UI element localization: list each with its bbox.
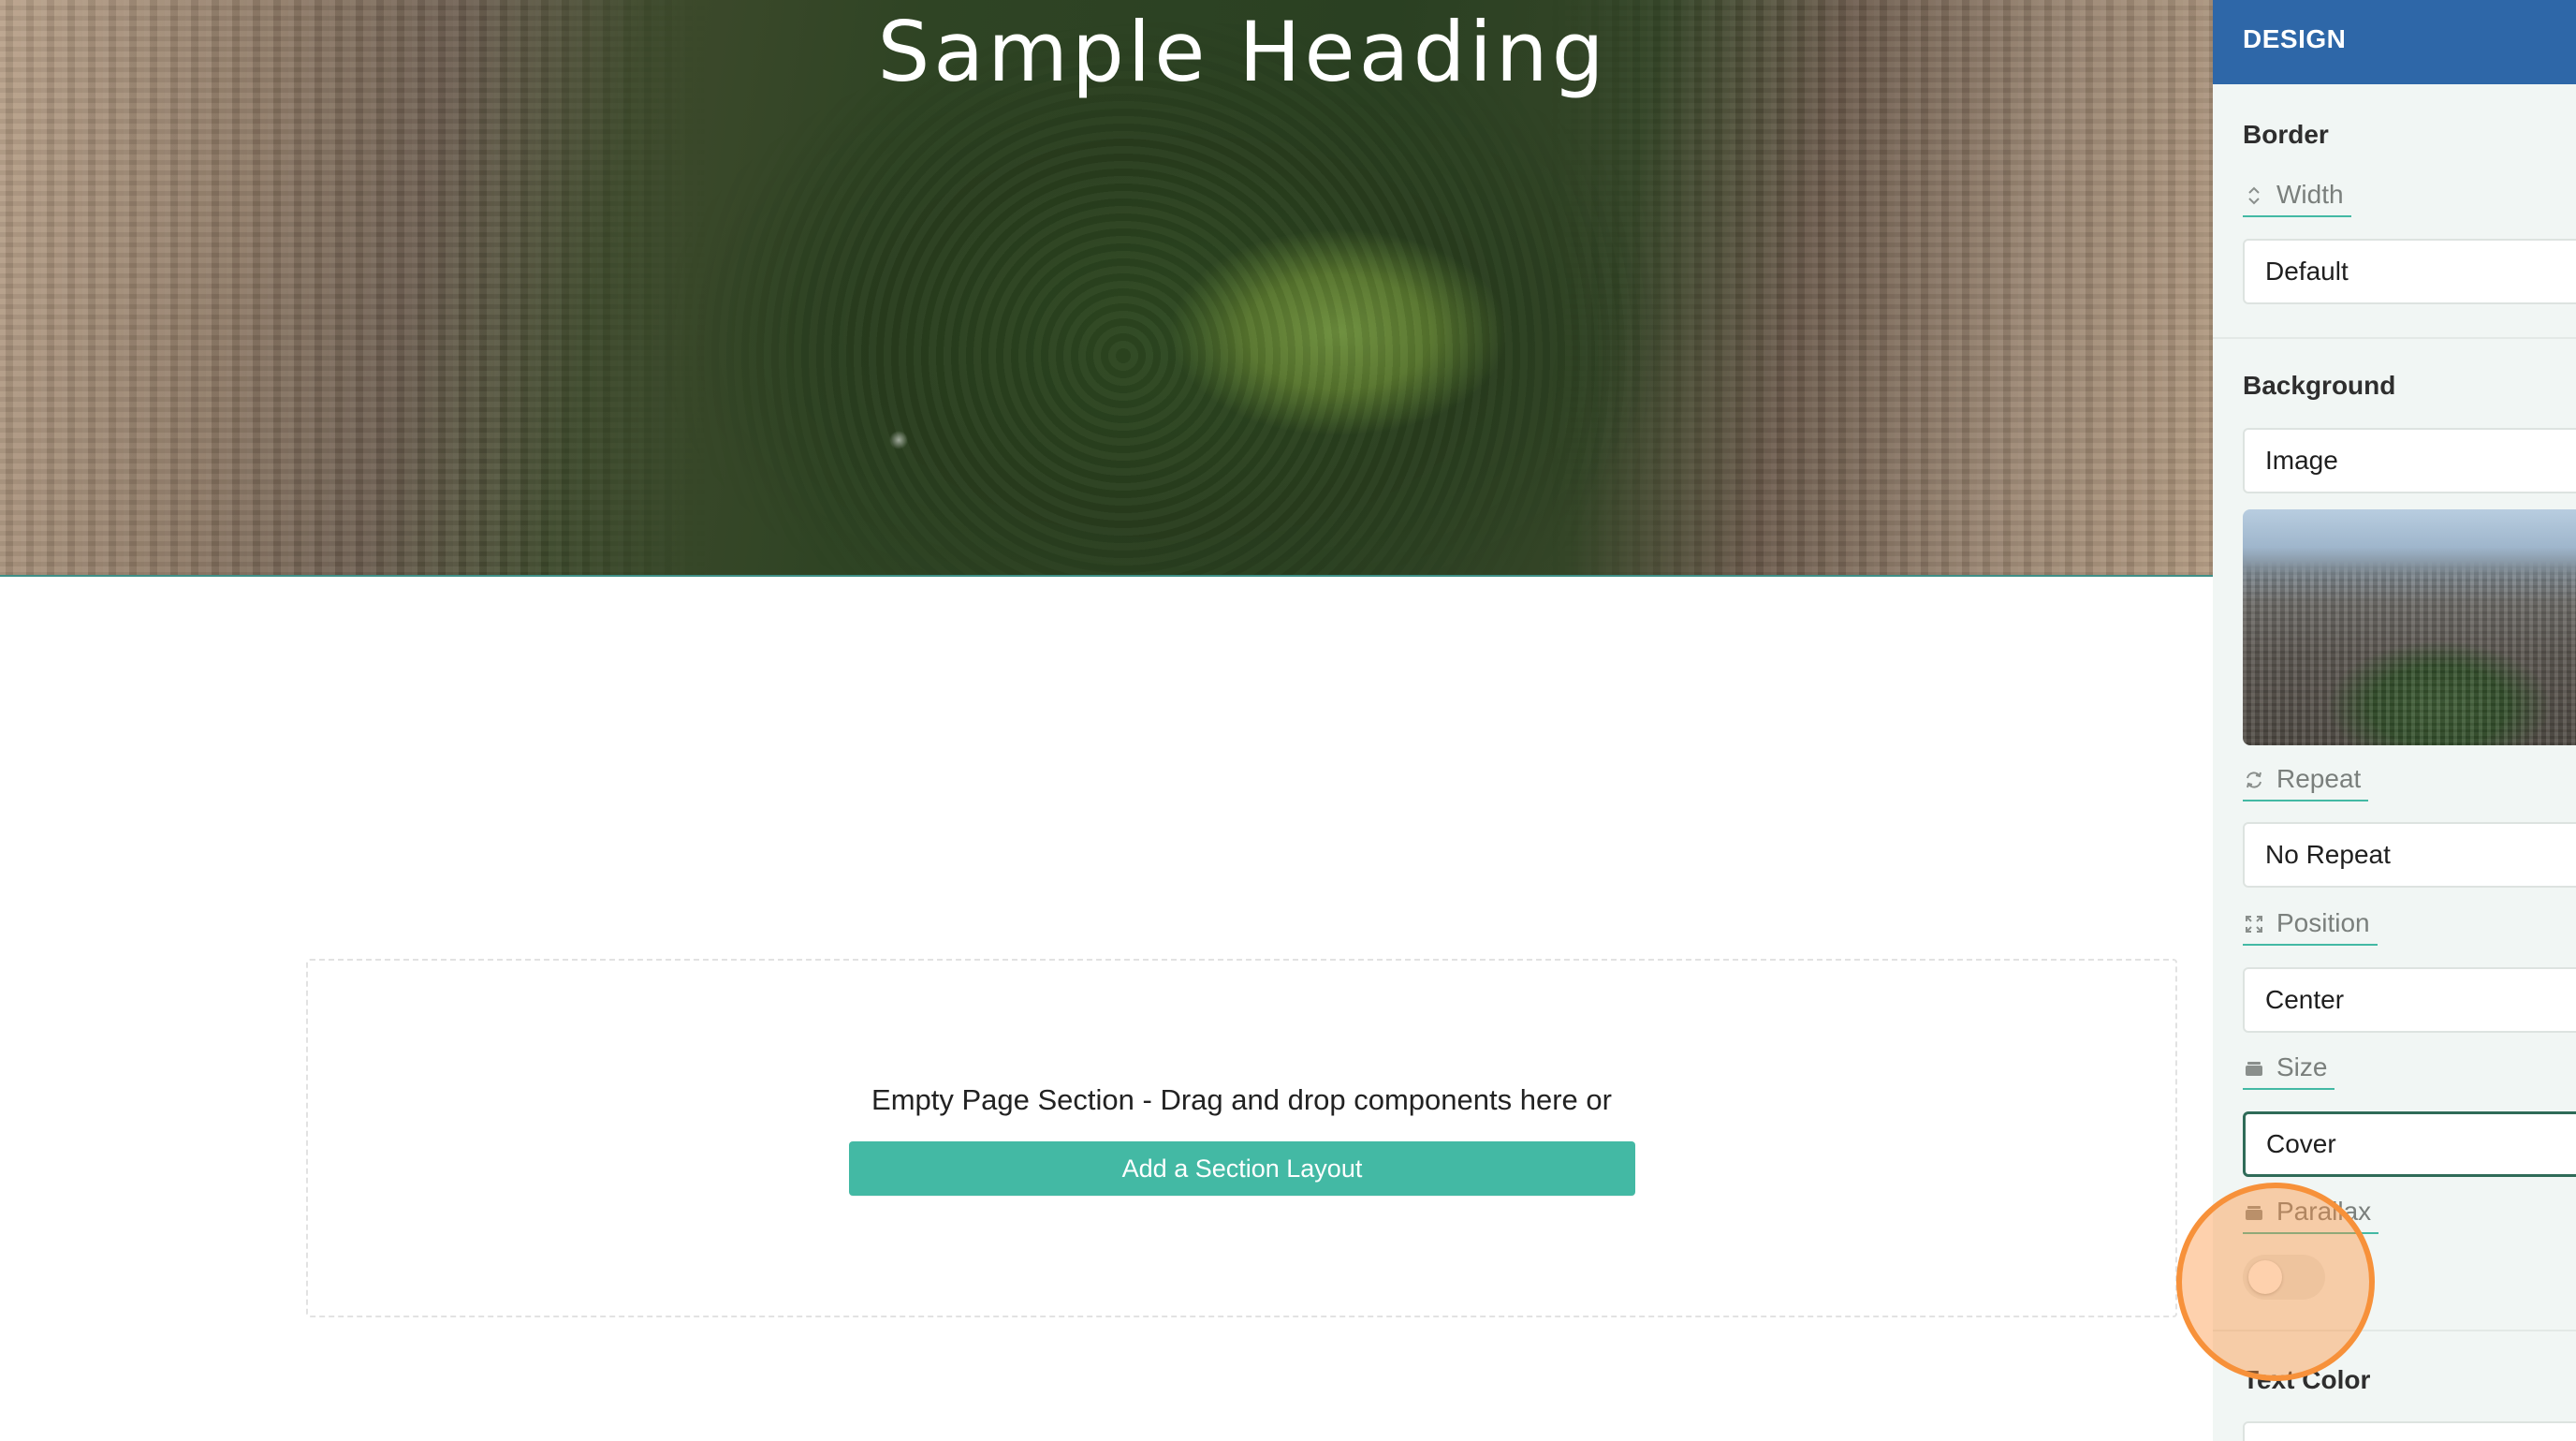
- empty-section-message: Empty Page Section - Drag and drop compo…: [871, 1083, 1612, 1116]
- design-panel: DESIGN Border Width Default Background I…: [2213, 0, 2576, 1441]
- position-select[interactable]: Center: [2243, 967, 2576, 1033]
- parallax-label[interactable]: Parallax: [2243, 1191, 2379, 1234]
- size-label[interactable]: Size: [2243, 1047, 2335, 1090]
- parallax-label-text: Parallax: [2276, 1197, 2372, 1226]
- border-width-label-text: Width: [2276, 180, 2344, 209]
- expand-icon: [2243, 912, 2265, 934]
- repeat-select[interactable]: No Repeat: [2243, 822, 2576, 888]
- add-section-layout-button[interactable]: Add a Section Layout: [849, 1141, 1635, 1196]
- repeat-label-text: Repeat: [2276, 764, 2362, 793]
- repeat-label[interactable]: Repeat: [2243, 758, 2369, 801]
- size-select[interactable]: Cover: [2243, 1111, 2576, 1177]
- border-width-select[interactable]: Default: [2243, 239, 2576, 304]
- section-divider: [2213, 1330, 2576, 1331]
- border-width-label[interactable]: Width: [2243, 174, 2351, 217]
- size-label-text: Size: [2276, 1052, 2328, 1081]
- hero-heading[interactable]: Sample Heading: [0, 4, 2485, 100]
- text-color-field[interactable]: [2243, 1421, 2576, 1441]
- stack-icon: [2243, 1056, 2265, 1079]
- repeat-icon: [2243, 768, 2265, 790]
- border-section-title: Border: [2243, 120, 2329, 149]
- background-type-select[interactable]: Image: [2243, 428, 2576, 493]
- section-divider: [2213, 337, 2576, 339]
- toggle-knob: [2248, 1260, 2282, 1294]
- up-down-chevron-icon: [2243, 184, 2265, 206]
- background-section-title: Background: [2243, 371, 2396, 400]
- stack-icon: [2243, 1200, 2265, 1223]
- empty-page-section[interactable]: [306, 959, 2177, 1317]
- text-color-section-title: Text Color: [2243, 1365, 2371, 1394]
- background-image-thumbnail[interactable]: [2243, 509, 2576, 745]
- position-label-text: Position: [2276, 908, 2370, 937]
- parallax-toggle[interactable]: [2243, 1255, 2325, 1300]
- hero-bottom-border: [0, 575, 2213, 577]
- position-label[interactable]: Position: [2243, 903, 2378, 946]
